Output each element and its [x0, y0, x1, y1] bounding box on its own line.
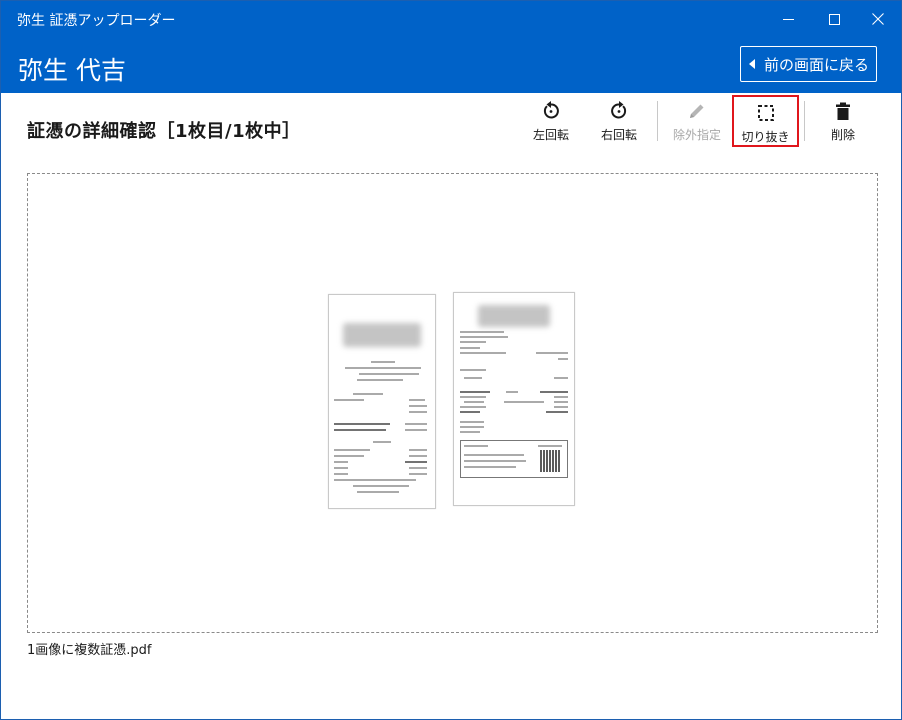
document-preview[interactable] [27, 173, 878, 633]
page-title: 証憑の詳細確認［1枚目/1枚中］ [27, 121, 301, 142]
toolbar-separator [804, 101, 805, 141]
minimize-button[interactable] [765, 1, 811, 37]
crop-button[interactable]: 切り抜き [732, 95, 799, 147]
receipt-image [453, 292, 575, 506]
company-name: 弥生 代吉 [18, 56, 126, 85]
rotate-right-icon [611, 101, 627, 119]
delete-button[interactable]: 削除 [823, 99, 863, 147]
app-title: 弥生 証憑アップローダー [17, 13, 176, 29]
close-icon [872, 13, 884, 25]
delete-label: 削除 [830, 128, 855, 142]
exclude-label: 除外指定 [672, 128, 721, 142]
receipt-image [328, 294, 436, 509]
rotate-left-label: 左回転 [532, 128, 569, 142]
rotate-right-button[interactable]: 右回転 [599, 99, 639, 147]
file-name: 1画像に複数証憑.pdf [27, 643, 152, 658]
caret-left-icon [749, 59, 755, 69]
back-button-label: 前の画面に戻る [764, 55, 870, 74]
crop-icon [757, 105, 774, 121]
toolbar-separator [657, 101, 658, 141]
maximize-button[interactable] [811, 1, 857, 37]
pencil-icon [690, 104, 704, 118]
close-button[interactable] [855, 1, 901, 37]
crop-label: 切り抜き [741, 130, 790, 144]
trash-icon [836, 102, 850, 120]
maximize-icon [828, 13, 840, 25]
back-button[interactable]: 前の画面に戻る [740, 46, 877, 82]
minimize-icon [782, 18, 794, 20]
title-bar[interactable]: 弥生 証憑アップローダー [1, 1, 901, 37]
app-header: 弥生 代吉 前の画面に戻る [1, 37, 901, 93]
rotate-right-label: 右回転 [600, 128, 637, 142]
app-window: 弥生 証憑アップローダー 弥生 代吉 前の画面に戻る 証憑の詳細確認［1枚目/1… [0, 0, 902, 720]
rotate-left-button[interactable]: 左回転 [531, 99, 571, 147]
exclude-button[interactable]: 除外指定 [669, 99, 725, 147]
rotate-left-icon [543, 101, 559, 119]
